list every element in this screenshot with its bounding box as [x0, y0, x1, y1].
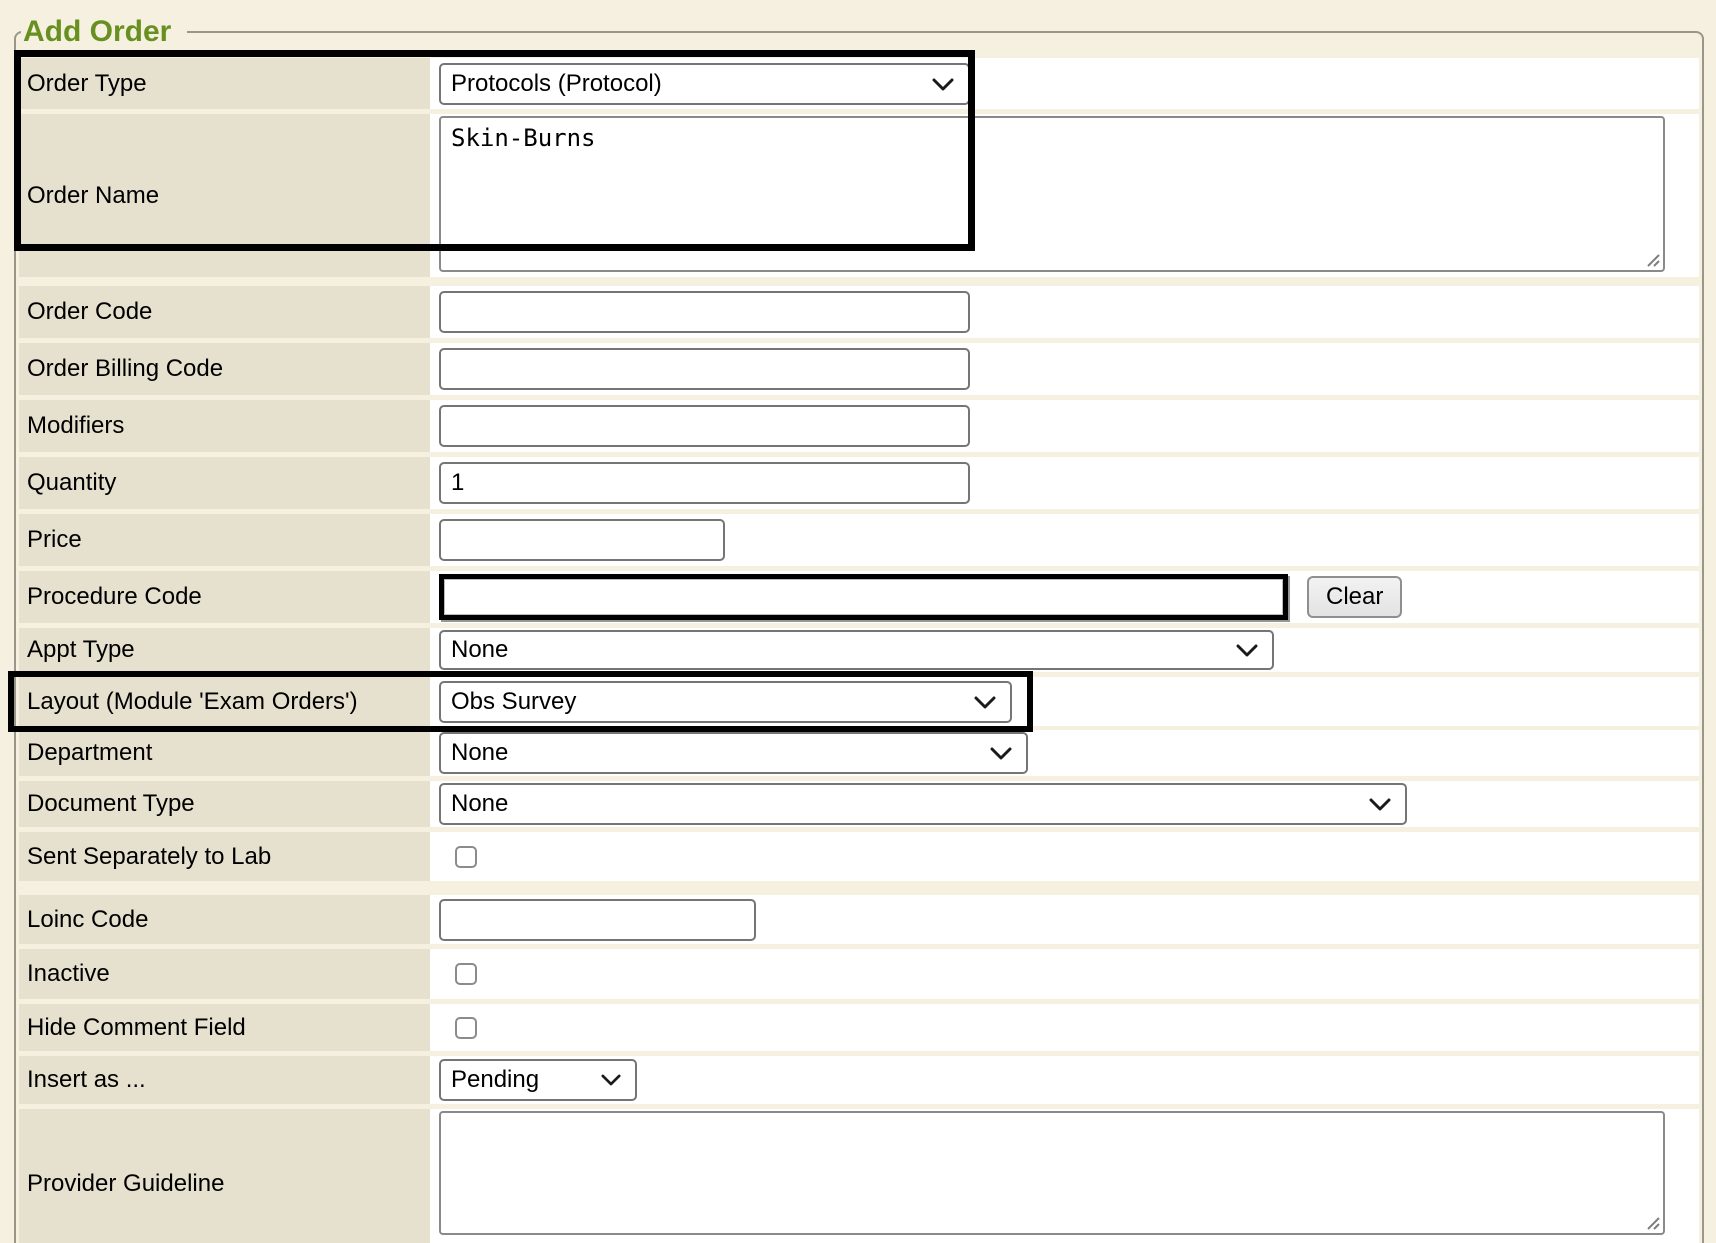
- row-hide-comment: Hide Comment Field: [19, 1004, 1699, 1051]
- row-procedure-code: Procedure Code Clear: [19, 571, 1699, 623]
- document-type-label: Document Type: [19, 781, 430, 827]
- row-order-type: Order Type Protocols (Protocol): [19, 58, 1699, 109]
- sent-separately-checkbox[interactable]: [455, 846, 477, 868]
- document-type-select[interactable]: None: [439, 783, 1407, 825]
- loinc-code-label: Loinc Code: [19, 895, 430, 944]
- layout-select[interactable]: Obs Survey: [439, 681, 1012, 723]
- order-type-label: Order Type: [19, 58, 430, 109]
- price-label: Price: [19, 514, 430, 566]
- chevron-down-icon: [990, 747, 1012, 760]
- resize-grip-icon[interactable]: [1646, 1216, 1660, 1230]
- row-inactive: Inactive: [19, 949, 1699, 999]
- row-modifiers: Modifiers: [19, 400, 1699, 452]
- chevron-down-icon: [932, 78, 954, 91]
- row-order-code: Order Code: [19, 286, 1699, 338]
- appt-type-selected-value: None: [451, 636, 508, 664]
- order-billing-code-label: Order Billing Code: [19, 343, 430, 395]
- modifiers-label: Modifiers: [19, 400, 430, 452]
- inactive-label: Inactive: [19, 949, 430, 999]
- loinc-code-input[interactable]: [439, 899, 756, 941]
- row-document-type: Document Type None: [19, 781, 1699, 827]
- chevron-down-icon: [1369, 798, 1391, 811]
- highlight-box-procedure-code: [439, 574, 1288, 620]
- insert-as-selected-value: Pending: [451, 1066, 539, 1094]
- row-order-billing-code: Order Billing Code: [19, 343, 1699, 395]
- row-order-name: Order Name Skin-Burns: [19, 114, 1699, 277]
- row-layout: Layout (Module 'Exam Orders') Obs Survey: [19, 677, 1699, 726]
- layout-label: Layout (Module 'Exam Orders'): [19, 677, 430, 726]
- order-name-label: Order Name: [19, 114, 430, 277]
- inactive-checkbox[interactable]: [455, 963, 477, 985]
- procedure-code-input[interactable]: [444, 579, 1283, 615]
- row-insert-as: Insert as ... Pending: [19, 1056, 1699, 1104]
- add-order-fieldset: Add Order Order Type Protocols (Protocol…: [14, 14, 1704, 1243]
- resize-grip-icon[interactable]: [1646, 253, 1660, 267]
- price-input[interactable]: [439, 519, 725, 561]
- chevron-down-icon: [1236, 644, 1258, 657]
- hide-comment-label: Hide Comment Field: [19, 1004, 430, 1051]
- order-code-input[interactable]: [439, 291, 970, 333]
- order-code-label: Order Code: [19, 286, 430, 338]
- row-sent-separately: Sent Separately to Lab: [19, 832, 1699, 881]
- add-order-page: Add Order Order Type Protocols (Protocol…: [0, 0, 1716, 1243]
- order-billing-code-input[interactable]: [439, 348, 970, 390]
- order-type-selected-value: Protocols (Protocol): [451, 70, 662, 98]
- provider-guideline-textarea[interactable]: [439, 1111, 1665, 1235]
- document-type-selected-value: None: [451, 790, 508, 818]
- row-quantity: Quantity: [19, 457, 1699, 509]
- quantity-label: Quantity: [19, 457, 430, 509]
- order-type-select[interactable]: Protocols (Protocol): [439, 63, 970, 105]
- page-title: Add Order: [21, 14, 187, 50]
- insert-as-select[interactable]: Pending: [439, 1059, 637, 1101]
- chevron-down-icon: [601, 1074, 621, 1086]
- hide-comment-checkbox[interactable]: [455, 1017, 477, 1039]
- department-select[interactable]: None: [439, 732, 1028, 774]
- layout-selected-value: Obs Survey: [451, 688, 576, 716]
- provider-guideline-label: Provider Guideline: [19, 1109, 430, 1243]
- quantity-input[interactable]: [439, 462, 970, 504]
- form-rows: Order Type Protocols (Protocol) Order Na…: [19, 58, 1699, 1243]
- row-loinc-code: Loinc Code: [19, 895, 1699, 944]
- procedure-code-label: Procedure Code: [19, 571, 430, 623]
- department-selected-value: None: [451, 739, 508, 767]
- appt-type-label: Appt Type: [19, 628, 430, 672]
- modifiers-input[interactable]: [439, 405, 970, 447]
- chevron-down-icon: [974, 696, 996, 709]
- sent-separately-label: Sent Separately to Lab: [19, 832, 430, 881]
- insert-as-label: Insert as ...: [19, 1056, 430, 1104]
- department-label: Department: [19, 730, 430, 776]
- row-price: Price: [19, 514, 1699, 566]
- row-provider-guideline: Provider Guideline: [19, 1109, 1699, 1243]
- clear-button[interactable]: Clear: [1307, 576, 1402, 618]
- order-name-textarea[interactable]: Skin-Burns: [439, 116, 1665, 272]
- appt-type-select[interactable]: None: [439, 630, 1274, 670]
- row-department: Department None: [19, 730, 1699, 776]
- row-appt-type: Appt Type None: [19, 628, 1699, 672]
